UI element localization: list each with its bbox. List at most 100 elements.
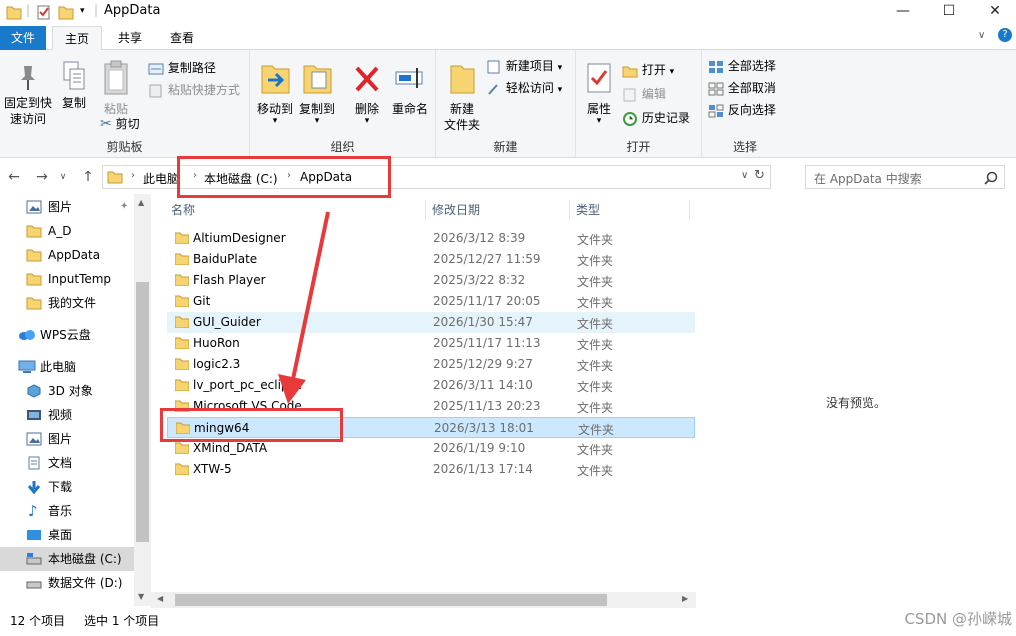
file-date: 2025/11/17 20:05 [433, 294, 541, 308]
file-row[interactable]: Flash Player 2025/3/22 8:32 文件夹 [167, 270, 695, 291]
sidebar-item-documents[interactable]: 文档 [0, 451, 134, 475]
scroll-left-icon[interactable]: ◀ [157, 594, 163, 603]
file-row[interactable]: HuoRon 2025/11/17 11:13 文件夹 [167, 333, 695, 354]
copy-path-button[interactable]: 复制路径 [148, 58, 216, 78]
file-type: 文件夹 [577, 275, 614, 289]
cut-button[interactable]: ✂ 剪切 [100, 114, 140, 134]
back-arrow-icon[interactable]: ← [4, 167, 24, 187]
file-row[interactable]: GUI_Guider 2026/1/30 15:47 文件夹 [167, 312, 695, 333]
scroll-down-icon[interactable]: ▼ [138, 592, 144, 601]
properties-icon[interactable] [36, 3, 52, 21]
file-date: 2026/3/13 18:01 [434, 421, 534, 435]
file-row[interactable]: BaiduPlate 2025/12/27 11:59 文件夹 [167, 249, 695, 270]
sidebar-item-appdata[interactable]: AppData [0, 243, 134, 267]
sidebar-item-videos[interactable]: 视频 [0, 403, 134, 427]
close-icon[interactable]: ✕ [972, 0, 1016, 24]
new-group-label: 新建 [493, 140, 518, 154]
forward-arrow-icon[interactable]: → [32, 167, 52, 187]
sidebar-item-pictures-pinned[interactable]: 图片 ✦ [0, 195, 134, 219]
file-list-horizontal-scrollbar[interactable]: ◀ ▶ [151, 592, 696, 608]
refresh-icon[interactable]: ↻ [754, 168, 765, 183]
scrollbar-thumb[interactable] [175, 594, 607, 606]
select-none-button[interactable]: 全部取消 [708, 78, 776, 98]
open-label: 打开 [641, 63, 666, 77]
delete-icon [355, 66, 379, 92]
scrollbar-thumb[interactable] [136, 282, 149, 542]
select-group-label: 选择 [732, 140, 757, 154]
file-name: Flash Player [193, 273, 266, 287]
file-row[interactable]: logic2.3 2025/12/29 9:27 文件夹 [167, 354, 695, 375]
paste-button[interactable]: 粘贴 [98, 60, 134, 117]
delete-button[interactable]: 删除 ▾ [350, 60, 384, 126]
easy-access-button[interactable]: 轻松访问 ▾ [486, 78, 562, 98]
column-divider[interactable] [569, 200, 570, 220]
file-menu-tab[interactable]: 文件 [0, 26, 46, 50]
scroll-right-icon[interactable]: ▶ [682, 594, 688, 603]
navigation-scrollbar[interactable]: ▲ ▼ [134, 194, 151, 606]
rename-button[interactable]: 重命名 [388, 60, 432, 117]
history-button[interactable]: 历史记录 [622, 108, 690, 128]
recent-locations-chevron-icon[interactable]: ∨ [58, 167, 68, 187]
edit-icon [623, 88, 636, 101]
breadcrumb-this-pc[interactable]: 此电脑 [143, 170, 179, 187]
file-row[interactable]: AltiumDesigner 2026/3/12 8:39 文件夹 [167, 228, 695, 249]
file-type: 文件夹 [577, 359, 614, 373]
column-divider[interactable] [425, 200, 426, 220]
maximize-icon[interactable]: ☐ [926, 0, 972, 24]
properties-button[interactable]: 属性 ▾ [582, 60, 616, 126]
column-header-type[interactable]: 类型 [576, 198, 600, 222]
file-row[interactable]: Git 2025/11/17 20:05 文件夹 [167, 291, 695, 312]
minimize-icon[interactable]: — [880, 0, 926, 24]
new-folder-button[interactable]: 新建 文件夹 [440, 60, 484, 133]
help-icon[interactable]: ? [998, 28, 1012, 42]
file-list: 名称 ^ 修改日期 类型 AltiumDesigner 2026/3/12 8:3… [151, 194, 696, 606]
sidebar-item-local-disk-c[interactable]: 本地磁盘 (C:) [0, 547, 134, 571]
copy-to-button[interactable]: 复制到 ▾ [296, 60, 338, 126]
window-title: AppData [104, 3, 161, 18]
address-dropdown-icon[interactable]: ∨ [741, 170, 748, 181]
tab-share[interactable]: 共享 [108, 26, 152, 51]
sidebar-item-downloads[interactable]: 下载 [0, 475, 134, 499]
sidebar-item-inputtemp[interactable]: InputTemp [0, 267, 134, 291]
sidebar-item-pictures[interactable]: 图片 [0, 427, 134, 451]
scroll-up-icon[interactable]: ▲ [138, 198, 144, 207]
scissors-icon: ✂ [100, 116, 112, 132]
sidebar-item-label: A_D [48, 224, 72, 238]
tab-view[interactable]: 查看 [160, 26, 204, 51]
up-arrow-icon[interactable]: ↑ [78, 167, 98, 187]
search-input[interactable]: 在 AppData 中搜索 [805, 165, 1005, 189]
select-all-icon [709, 60, 723, 73]
column-header-date[interactable]: 修改日期 [432, 198, 480, 222]
column-header-name[interactable]: 名称 [171, 198, 195, 222]
copy-icon [63, 61, 85, 90]
sidebar-item-desktop[interactable]: 桌面 [0, 523, 134, 547]
sidebar-item-data-d[interactable]: 数据文件 (D:) [0, 571, 134, 595]
sidebar-item-3d-objects[interactable]: 3D 对象 [0, 379, 134, 403]
copy-button[interactable]: 复制 [58, 60, 90, 111]
collapse-ribbon-icon[interactable]: ∨ [978, 30, 985, 41]
paste-shortcut-button[interactable]: 粘贴快捷方式 [148, 80, 240, 100]
invert-selection-button[interactable]: 反向选择 [708, 100, 776, 120]
new-folder-icon[interactable] [58, 3, 74, 21]
sidebar-item-music[interactable]: ♪ 音乐 [0, 499, 134, 523]
file-date: 2026/1/30 15:47 [433, 315, 533, 329]
customize-toolbar-icon[interactable]: ▾ [80, 6, 85, 24]
file-row[interactable]: lv_port_pc_eclipse 2026/3/11 14:10 文件夹 [167, 375, 695, 396]
open-button[interactable]: 打开 ▾ [622, 60, 674, 80]
pin-quick-access-button[interactable]: 固定到快 速访问 [2, 60, 54, 127]
sidebar-item-a-d[interactable]: A_D [0, 219, 134, 243]
tab-home[interactable]: 主页 [52, 26, 102, 51]
file-name: BaiduPlate [193, 252, 258, 266]
select-all-button[interactable]: 全部选择 [708, 56, 776, 76]
sidebar-item-this-pc[interactable]: 此电脑 [0, 355, 134, 379]
edit-button[interactable]: 编辑 [622, 84, 666, 104]
rename-label: 重命名 [391, 102, 428, 116]
sidebar-item-wps-cloud[interactable]: WPS云盘 [0, 323, 134, 347]
sidebar-item-my-files[interactable]: 我的文件 [0, 291, 134, 315]
new-item-button[interactable]: 新建项目 ▾ [486, 56, 562, 76]
file-date: 2025/11/13 20:23 [433, 399, 541, 413]
move-to-button[interactable]: 移动到 ▾ [256, 60, 294, 126]
file-type: 文件夹 [577, 254, 614, 268]
file-row[interactable]: XTW-5 2026/1/13 17:14 文件夹 [167, 459, 695, 480]
column-divider[interactable] [689, 200, 690, 220]
